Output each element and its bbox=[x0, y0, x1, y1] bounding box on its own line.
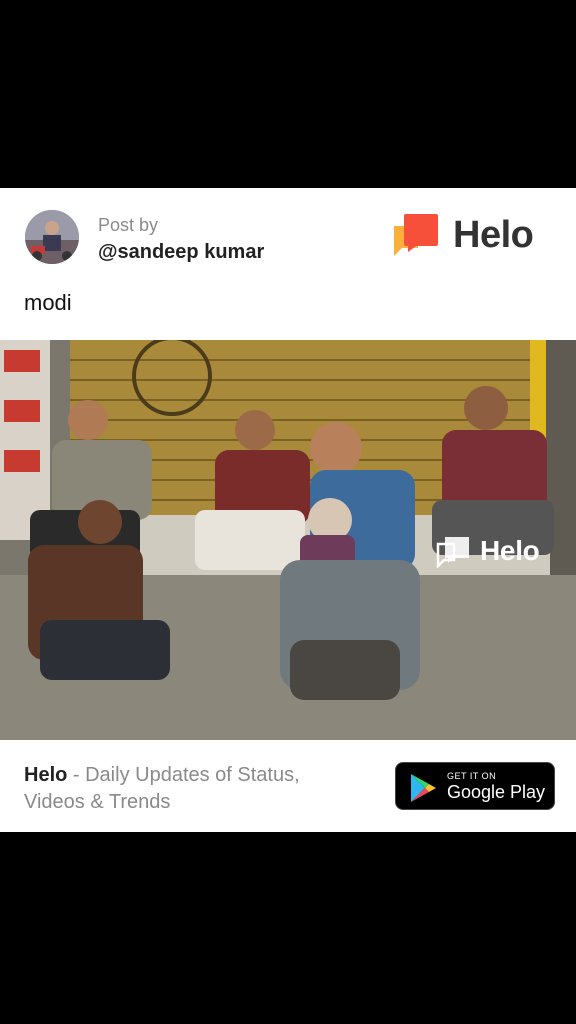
google-play-button[interactable]: GET IT ON Google Play bbox=[395, 762, 555, 810]
post-card: Post by @sandeep kumar Helo modi Helo He… bbox=[0, 188, 576, 832]
user-avatar[interactable] bbox=[25, 210, 79, 264]
helo-watermark-icon bbox=[436, 537, 469, 568]
post-caption: modi bbox=[24, 290, 72, 315]
helo-watermark: Helo bbox=[436, 534, 540, 568]
google-play-store-name: Google Play bbox=[447, 782, 546, 802]
footer-tagline: Helo - Daily Updates of Status, Videos &… bbox=[24, 762, 364, 816]
helo-logo-icon bbox=[394, 214, 438, 256]
username[interactable]: @sandeep kumar bbox=[98, 241, 264, 264]
post-by-label: Post by bbox=[98, 215, 159, 235]
google-play-small-text: GET IT ON bbox=[447, 771, 497, 781]
helo-brand-name: Helo bbox=[453, 214, 534, 256]
google-play-icon bbox=[411, 774, 436, 802]
helo-watermark-text: Helo bbox=[480, 535, 540, 566]
footer-brand: Helo bbox=[24, 764, 68, 786]
